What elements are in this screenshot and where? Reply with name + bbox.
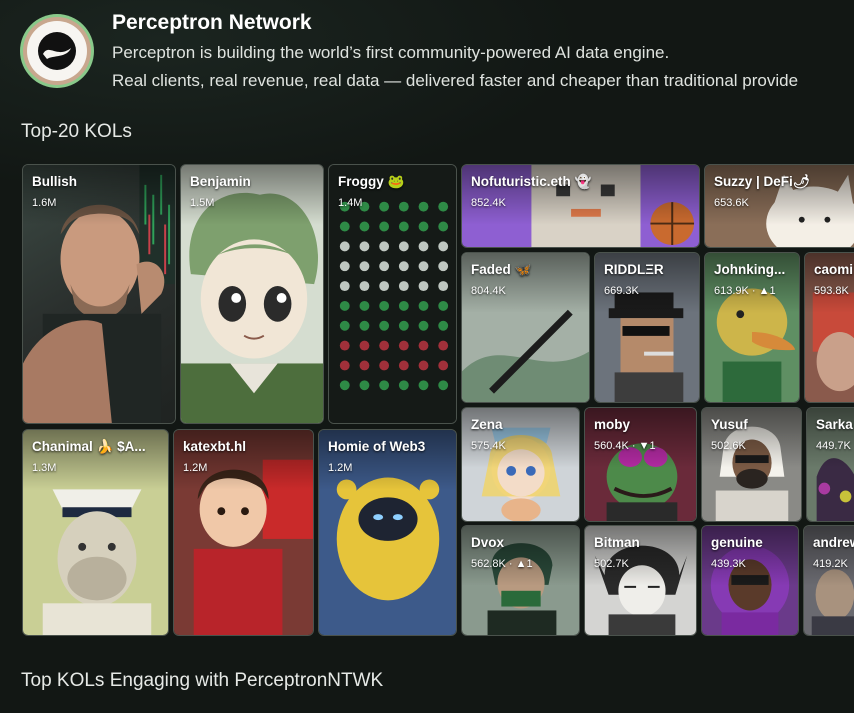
kol-tile-sarka[interactable]: Sarka 449.7K xyxy=(806,407,854,522)
kol-tile-riddler[interactable]: RIDDLΞR 669.3K xyxy=(594,252,700,403)
kol-tile-benjamin[interactable]: Benjamin 1.5M xyxy=(180,164,324,424)
kol-name: Faded 🦋 xyxy=(471,262,532,277)
description-line-1: Perceptron is building the world’s first… xyxy=(112,43,670,62)
kol-name: Yusuf xyxy=(711,417,748,432)
kol-followers: 1.4M xyxy=(338,197,363,209)
kol-followers: 669.3K xyxy=(604,285,639,297)
kol-followers: 575.4K xyxy=(471,440,506,452)
kol-followers: 1.5M xyxy=(190,197,215,209)
page-title: Perceptron Network xyxy=(112,11,312,34)
kol-followers: 804.4K xyxy=(471,285,506,297)
kol-followers: 1.2M xyxy=(183,462,208,474)
kol-name: Bullish xyxy=(32,174,78,189)
kol-name: RIDDLΞR xyxy=(604,262,664,277)
kol-name: andrew xyxy=(813,535,854,550)
kol-followers: 449.7K xyxy=(816,440,851,452)
kol-tile-nofuturistic[interactable]: Nofuturistic.eth 👻 852.4K xyxy=(461,164,700,248)
kol-followers: 1.3M xyxy=(32,462,57,474)
kol-name: Johnking... xyxy=(714,262,786,277)
kol-followers: 653.6K xyxy=(714,197,749,209)
kol-tile-johnking[interactable]: Johnking... 613.9K · ▲1 xyxy=(704,252,800,403)
kol-tile-caomi[interactable]: caomi 593.8K xyxy=(804,252,854,403)
kol-followers: 560.4K · ▼1 xyxy=(594,440,656,452)
kol-tile-andrew[interactable]: andrew 419.2K xyxy=(803,525,854,636)
kol-followers: 1.6M xyxy=(32,197,57,209)
kol-tile-bitman[interactable]: Bitman 502.7K xyxy=(584,525,697,636)
kol-name: moby xyxy=(594,417,631,432)
section-title-engaging-kols: Top KOLs Engaging with PerceptronNTWK xyxy=(21,670,384,691)
kol-name: Homie of Web3 xyxy=(328,439,426,454)
kol-name: caomi xyxy=(814,262,854,277)
kol-name: Nofuturistic.eth 👻 xyxy=(471,174,592,189)
kol-name: Dvox xyxy=(471,535,505,550)
perceptron-logo-icon xyxy=(20,14,94,88)
kol-followers: 419.2K xyxy=(813,558,848,570)
kol-name: Zena xyxy=(471,417,503,432)
kol-tile-chanimal[interactable]: Chanimal 🍌 $A... 1.3M xyxy=(22,429,169,636)
kol-name: Benjamin xyxy=(190,174,251,189)
kol-name: Froggy 🐸 xyxy=(338,174,405,189)
kol-name: Bitman xyxy=(594,535,640,550)
kol-name: genuine xyxy=(711,535,763,550)
kol-tile-yusuf[interactable]: Yusuf 502.6K xyxy=(701,407,802,522)
kol-followers: 502.7K xyxy=(594,558,629,570)
kol-tile-bullish[interactable]: Bullish 1.6M xyxy=(22,164,176,424)
section-title-top-kols: Top-20 KOLs xyxy=(21,121,132,142)
kol-tile-moby[interactable]: moby 560.4K · ▼1 xyxy=(584,407,697,522)
description-line-2: Real clients, real revenue, real data — … xyxy=(112,71,799,90)
kol-tile-suzzy[interactable]: Suzzy | DeFi🌶 653.6K xyxy=(704,164,854,248)
kol-followers: 613.9K · ▲1 xyxy=(714,285,776,297)
kol-followers: 852.4K xyxy=(471,197,506,209)
kol-name: Chanimal 🍌 $A... xyxy=(32,439,146,454)
kol-followers: 502.6K xyxy=(711,440,746,452)
kol-tile-homie-of-web3[interactable]: Homie of Web3 1.2M xyxy=(318,429,457,636)
kol-tile-froggy[interactable]: Froggy 🐸 1.4M xyxy=(328,164,457,424)
kol-name: Suzzy | DeFi🌶 xyxy=(714,174,810,189)
kol-tile-zena[interactable]: Zena 575.4K xyxy=(461,407,580,522)
kol-tile-faded[interactable]: Faded 🦋 804.4K xyxy=(461,252,590,403)
kol-tile-dvox[interactable]: Dvox 562.8K · ▲1 xyxy=(461,525,580,636)
kol-followers: 1.2M xyxy=(328,462,353,474)
kol-name: Sarka xyxy=(816,417,853,432)
kol-followers: 562.8K · ▲1 xyxy=(471,558,533,570)
kol-followers: 593.8K xyxy=(814,285,849,297)
kol-tile-genuine[interactable]: genuine 439.3K xyxy=(701,525,799,636)
kol-followers: 439.3K xyxy=(711,558,746,570)
kol-name: katexbt.hl xyxy=(183,439,247,454)
kol-tile-katexbt[interactable]: katexbt.hl 1.2M xyxy=(173,429,314,636)
